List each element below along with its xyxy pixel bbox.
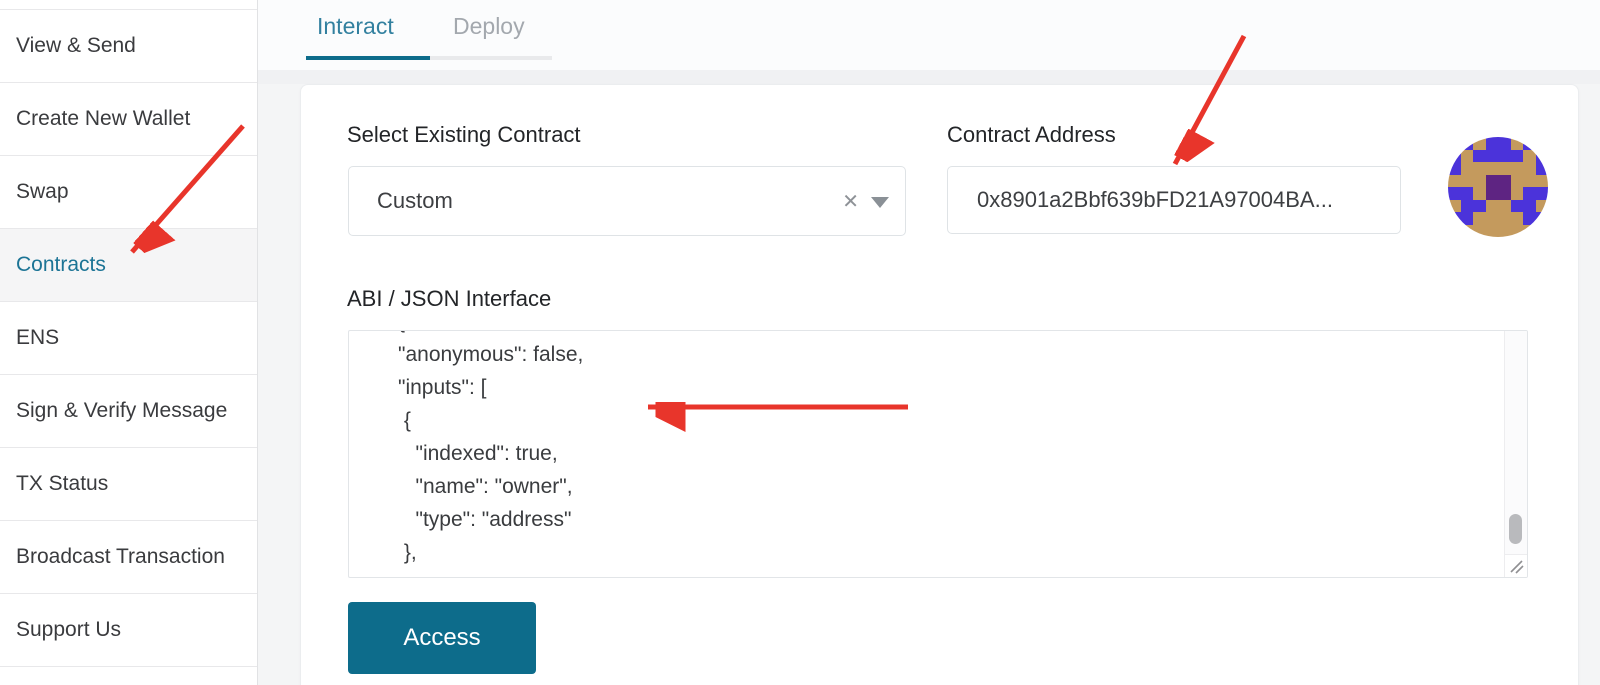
sidebar-item-contracts[interactable]: Contracts	[0, 229, 257, 302]
contract-address-input[interactable]	[947, 166, 1401, 234]
sidebar-item-tx-status[interactable]: TX Status	[0, 448, 257, 521]
textarea-scrollbar-thumb[interactable]	[1509, 514, 1522, 544]
sidebar-item-sign-verify-message[interactable]: Sign & Verify Message	[0, 375, 257, 448]
clear-selection-icon[interactable]: ✕	[842, 167, 859, 235]
sidebar-item-swap[interactable]: Swap	[0, 156, 257, 229]
existing-contract-select[interactable]: Custom ✕	[348, 166, 906, 236]
contract-interact-card: Select Existing Contract Custom ✕ Contra…	[300, 84, 1579, 685]
tab-interact[interactable]: Interact	[317, 13, 394, 40]
sidebar-item-ens[interactable]: ENS	[0, 302, 257, 375]
contract-address-label: Contract Address	[947, 122, 1116, 148]
textarea-resize-handle-icon[interactable]	[1504, 554, 1527, 577]
select-existing-contract-label: Select Existing Contract	[347, 122, 581, 148]
address-identicon-avatar	[1448, 137, 1548, 237]
sidebar-item-view-send[interactable]: View & Send	[0, 10, 257, 83]
access-button[interactable]: Access	[348, 602, 536, 674]
textarea-scrollbar-track[interactable]	[1504, 331, 1527, 554]
abi-json-content: { "anonymous": false, "inputs": [ { "ind…	[349, 330, 1527, 569]
abi-json-interface-label: ABI / JSON Interface	[347, 286, 551, 312]
app-window: View & Send Create New Wallet Swap Contr…	[0, 0, 1600, 685]
tab-active-underline	[306, 56, 430, 60]
sidebar-item-create-new-wallet[interactable]: Create New Wallet	[0, 83, 257, 156]
tab-deploy[interactable]: Deploy	[453, 13, 525, 40]
existing-contract-selected-value: Custom	[377, 167, 453, 235]
abi-json-textarea[interactable]: { "anonymous": false, "inputs": [ { "ind…	[348, 330, 1528, 578]
sidebar: View & Send Create New Wallet Swap Contr…	[0, 0, 258, 685]
sidebar-item-broadcast-transaction[interactable]: Broadcast Transaction	[0, 521, 257, 594]
content-band	[258, 70, 1600, 84]
tab-underline-track	[430, 56, 552, 60]
sidebar-list: View & Send Create New Wallet Swap Contr…	[0, 9, 257, 667]
sidebar-item-support-us[interactable]: Support Us	[0, 594, 257, 667]
chevron-down-icon[interactable]	[871, 197, 889, 208]
